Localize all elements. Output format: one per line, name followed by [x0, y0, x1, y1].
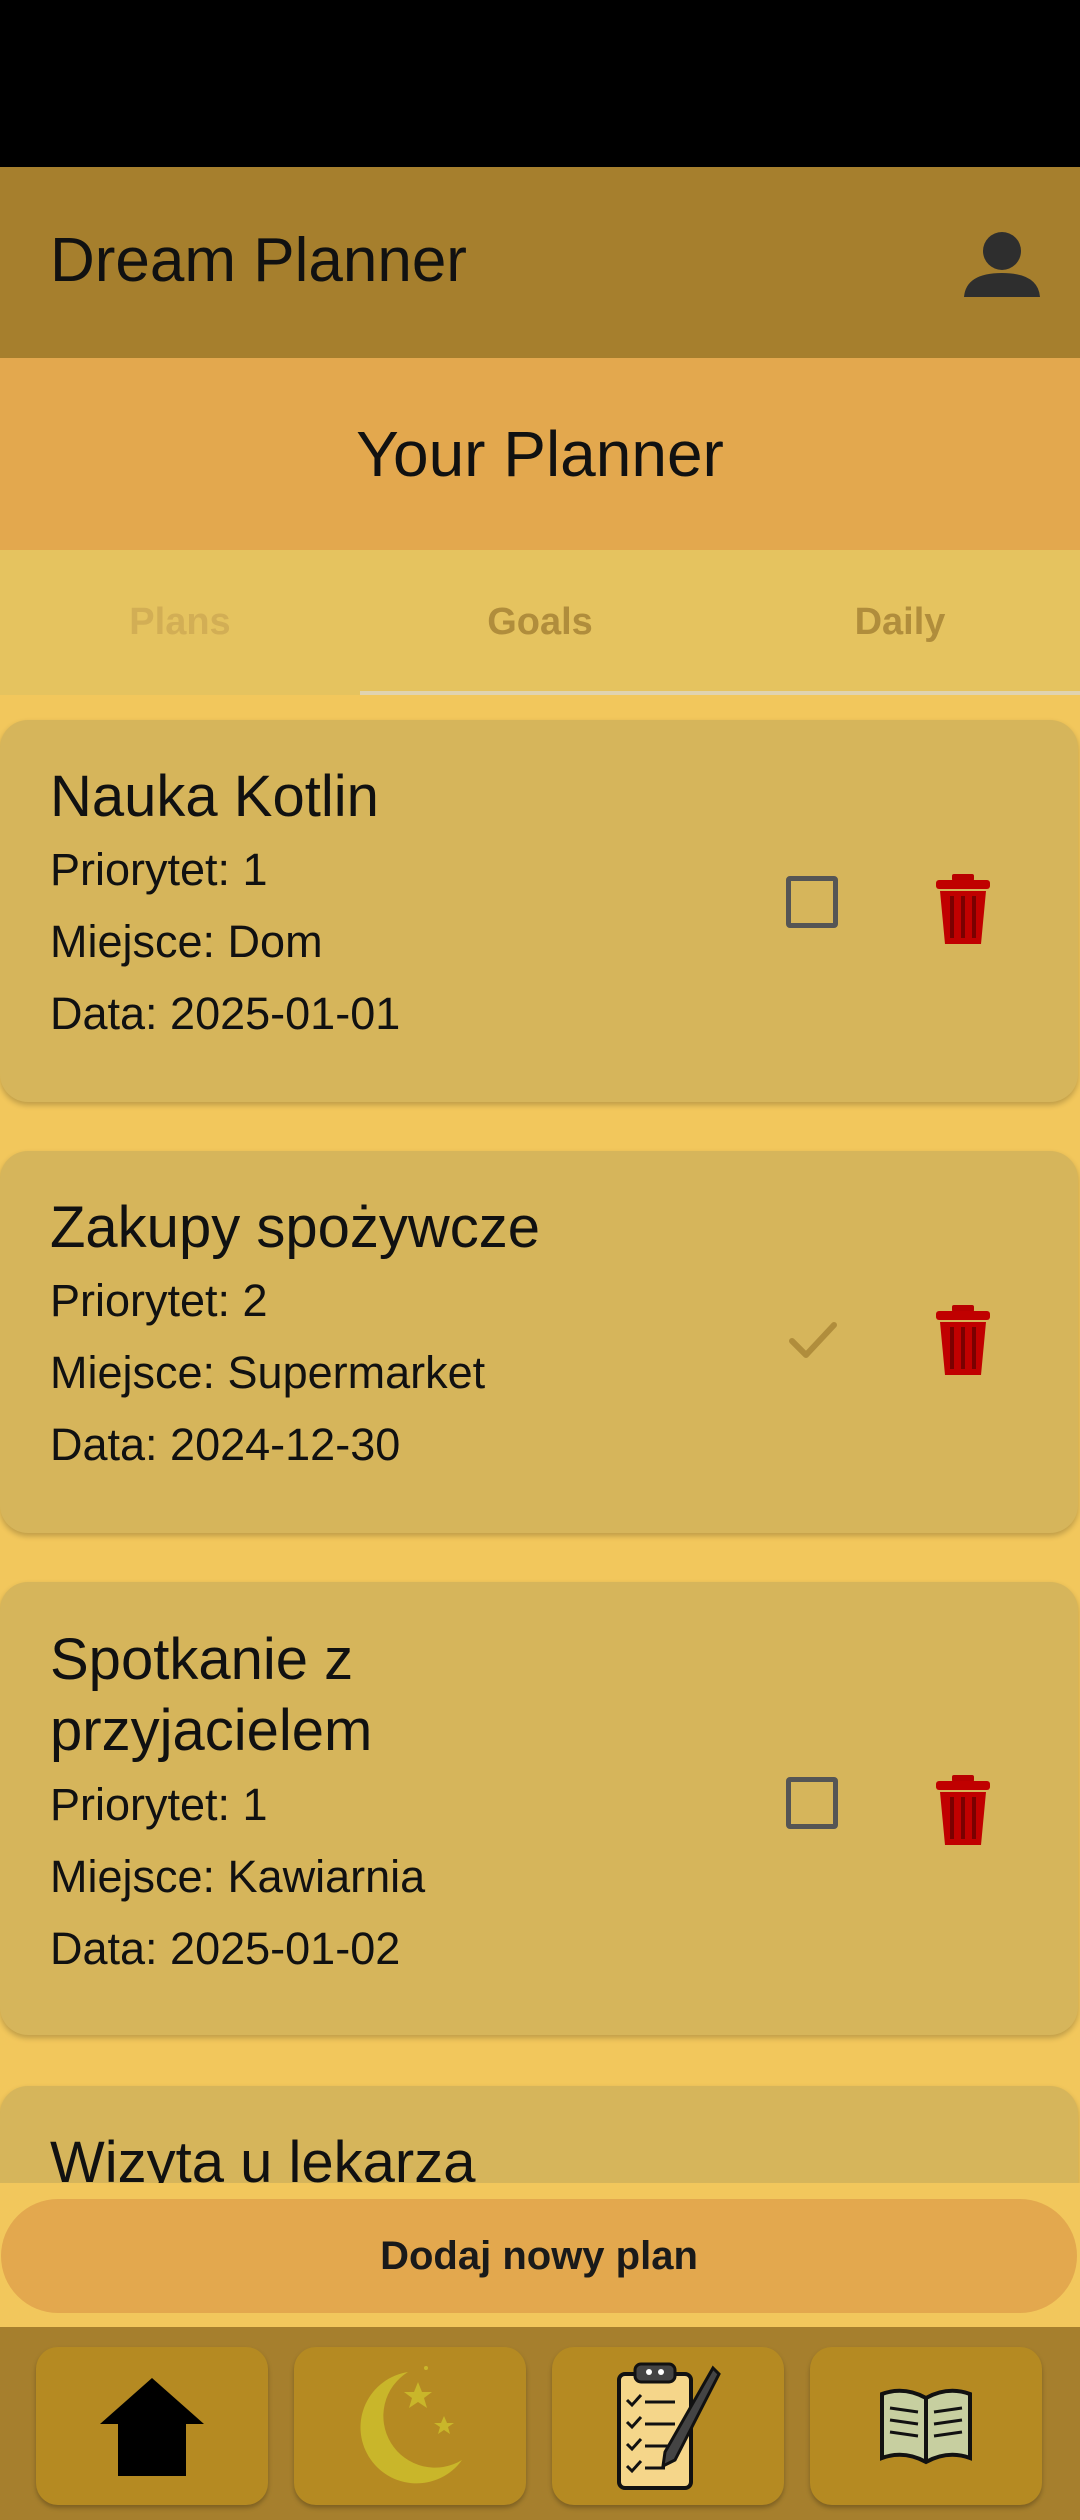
plan-date: Data: 2025-01-02: [50, 1923, 401, 1974]
plan-priority: Priorytet: 1: [50, 844, 268, 895]
plan-title: Nauka Kotlin: [50, 764, 379, 829]
plan-card: Zakupy spożywcze Priorytet: 2 Miejsce: S…: [0, 1151, 1078, 1533]
plan-title: Zakupy spożywcze: [50, 1195, 540, 1260]
plan-priority: Priorytet: 1: [50, 1779, 268, 1830]
plan-place: Miejsce: Dom: [50, 916, 323, 967]
app-title: Dream Planner: [50, 226, 467, 295]
page-title: Your Planner: [356, 418, 724, 490]
plan-title: Wizyta u lekarza: [50, 2130, 476, 2183]
account-icon[interactable]: [962, 229, 1042, 299]
nav-journal-button[interactable]: [810, 2347, 1042, 2505]
add-plan-button[interactable]: Dodaj nowy plan: [1, 2199, 1077, 2313]
planner-header: Your Planner: [0, 358, 1080, 550]
plan-card: Nauka Kotlin Priorytet: 1 Miejsce: Dom D…: [0, 720, 1078, 1102]
moon-stars-icon: [360, 2366, 462, 2484]
plan-title-line-2: przyjacielem: [50, 1698, 373, 1763]
tab-plans[interactable]: Plans: [0, 550, 360, 695]
plan-priority: Priorytet: 2: [50, 1275, 268, 1326]
status-bar: [0, 0, 1080, 167]
tab-bar: Plans Goals Daily: [0, 550, 1080, 695]
open-book-icon: [880, 2388, 972, 2465]
plan-title-line-1: Spotkanie z: [50, 1627, 354, 1692]
nav-home-button[interactable]: [36, 2347, 268, 2505]
check-icon[interactable]: [786, 1313, 840, 1367]
done-checkbox[interactable]: [786, 1777, 838, 1829]
plan-card: Spotkanie z przyjacielem Priorytet: 1 Mi…: [0, 1582, 1078, 2035]
done-checkbox[interactable]: [786, 876, 838, 928]
trash-icon[interactable]: [933, 874, 993, 946]
plan-date: Data: 2025-01-01: [50, 988, 401, 1039]
plan-list[interactable]: Nauka Kotlin Priorytet: 1 Miejsce: Dom D…: [0, 695, 1080, 2183]
app-bar: Dream Planner: [0, 167, 1080, 358]
nav-dream-button[interactable]: [294, 2347, 526, 2505]
trash-icon[interactable]: [933, 1305, 993, 1377]
bottom-nav: [0, 2327, 1080, 2520]
home-icon: [100, 2378, 204, 2476]
plan-card: Wizyta u lekarza: [0, 2086, 1078, 2183]
tab-goals[interactable]: Goals: [360, 550, 720, 695]
plan-place: Miejsce: Supermarket: [50, 1347, 486, 1398]
plan-date: Data: 2024-12-30: [50, 1419, 401, 1470]
trash-icon[interactable]: [933, 1775, 993, 1847]
clipboard-checklist-icon: [617, 2362, 721, 2490]
add-button-bar: Dodaj nowy plan: [0, 2183, 1080, 2327]
plan-place: Miejsce: Kawiarnia: [50, 1851, 426, 1902]
tab-daily[interactable]: Daily: [720, 550, 1080, 695]
nav-plans-button[interactable]: [552, 2347, 784, 2505]
